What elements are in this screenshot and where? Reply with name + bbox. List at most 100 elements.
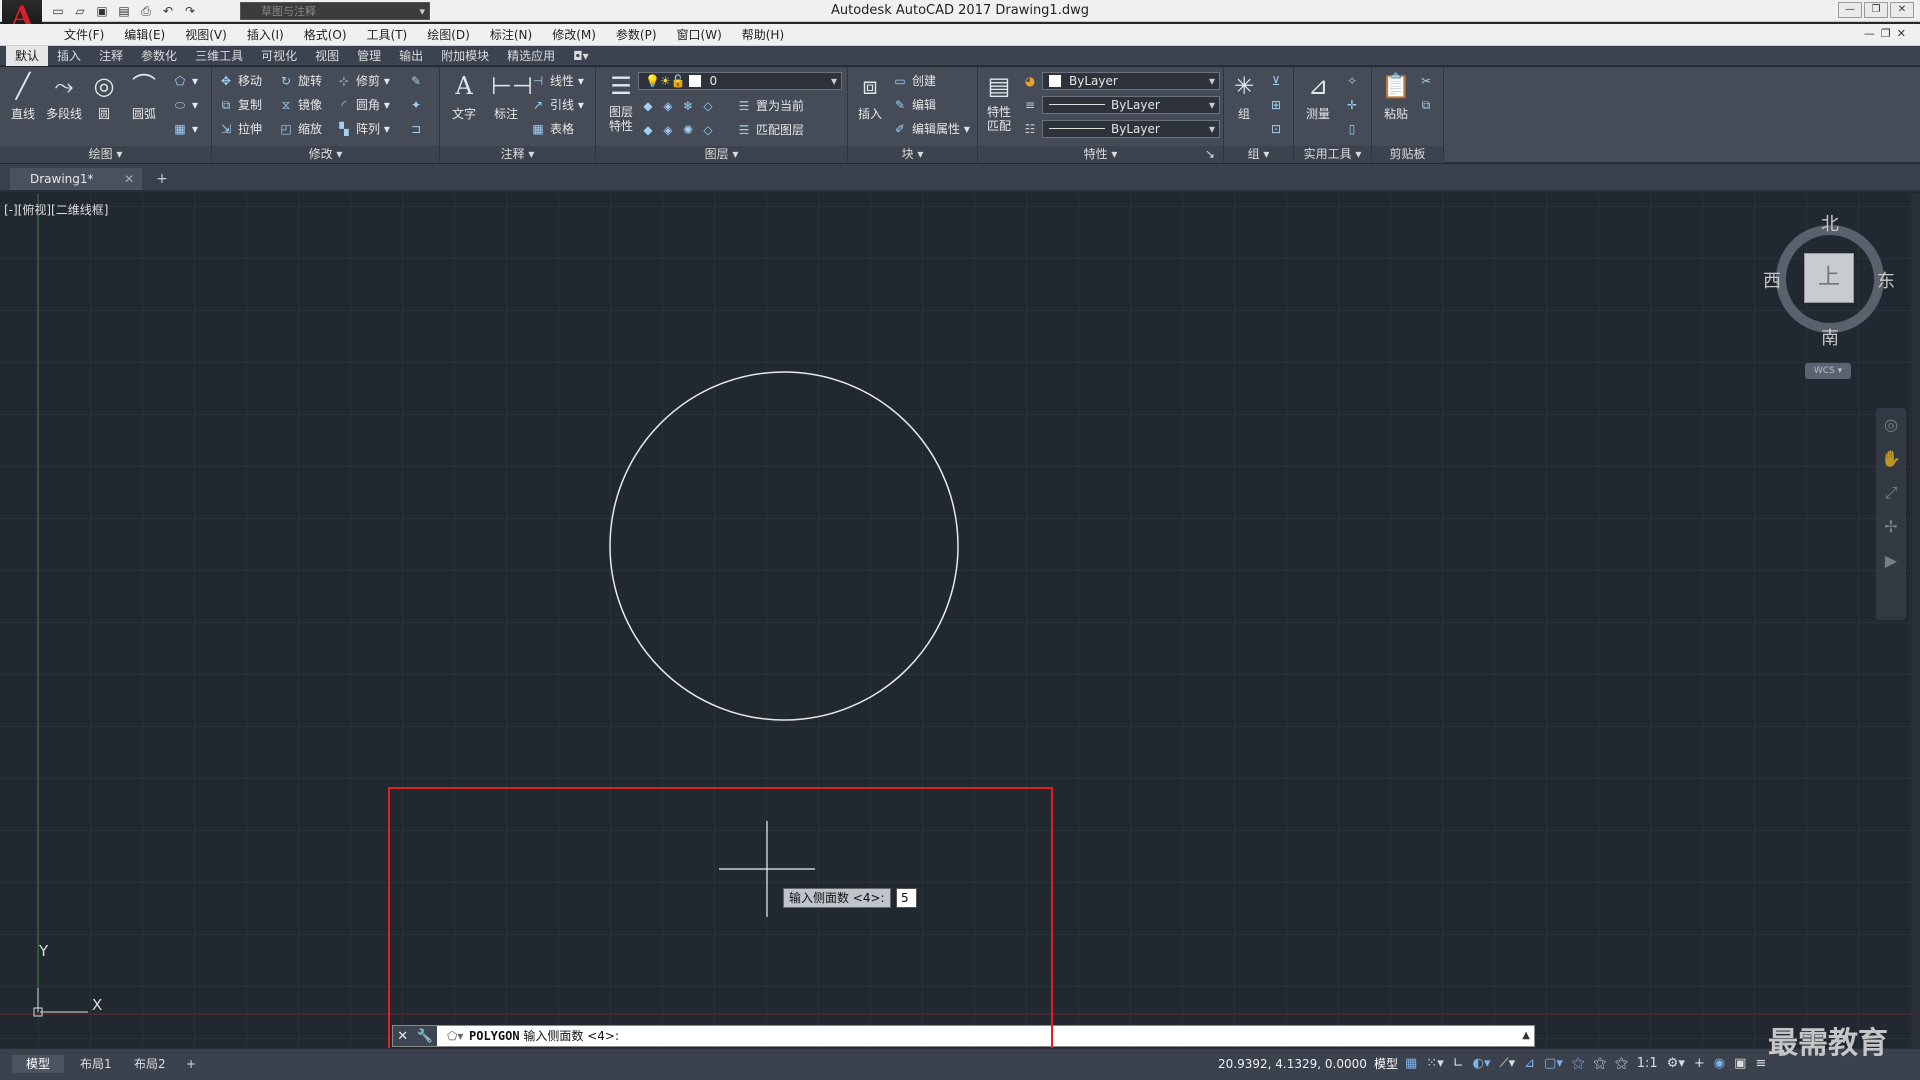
orbit-icon[interactable]: ✢	[1876, 510, 1906, 544]
color-dropdown[interactable]: ByLayer	[1042, 72, 1220, 90]
tab-addins[interactable]: 附加模块	[432, 46, 498, 66]
copy-clip-button[interactable]: ⧉	[1418, 95, 1438, 115]
showmotion-icon[interactable]: ▶	[1876, 544, 1906, 578]
menu-edit[interactable]: 编辑(E)	[114, 27, 175, 43]
polygon-tool[interactable]: ⬠ ▾	[172, 71, 198, 91]
annotation-visibility-icon[interactable]: ⚝	[1572, 1055, 1585, 1073]
create-block-button[interactable]: ▭ 创建	[892, 71, 936, 91]
tab-3d-tools[interactable]: 三维工具	[186, 46, 252, 66]
tab-visualize[interactable]: 可视化	[252, 46, 306, 66]
close-icon[interactable]: ✕	[1890, 2, 1914, 18]
tab-model[interactable]: 模型	[12, 1055, 65, 1073]
cut-button[interactable]: ✂	[1418, 71, 1438, 91]
ellipse-tool[interactable]: ⬭ ▾	[172, 95, 198, 115]
add-layout-icon[interactable]: +	[172, 1055, 210, 1073]
hatch-tool[interactable]: ▦ ▾	[172, 119, 198, 139]
menu-tools[interactable]: 工具(T)	[357, 27, 418, 43]
document-window-controls[interactable]: —❐✕	[1864, 27, 1912, 40]
linear-button[interactable]: ⊣ 线性 ▾	[530, 71, 584, 91]
compass-north[interactable]: 北	[1821, 210, 1839, 236]
layer-tools-row2[interactable]: ◆ ◈ ✺ ◇	[640, 120, 720, 140]
minimize-icon[interactable]: —	[1838, 2, 1862, 18]
menu-format[interactable]: 格式(O)	[294, 27, 357, 43]
menu-window[interactable]: 窗口(W)	[667, 27, 732, 43]
tab-parametric[interactable]: 参数化	[132, 46, 186, 66]
viewcube[interactable]: 上 北 南 东 西	[1763, 214, 1895, 349]
leader-button[interactable]: ↗ 引线 ▾	[530, 95, 584, 115]
calculator-button[interactable]: ▯	[1344, 119, 1364, 139]
annotation-scale-value[interactable]: 1:1	[1637, 1055, 1658, 1073]
menu-dimension[interactable]: 标注(N)	[480, 27, 542, 43]
workspace-gear-icon[interactable]: ⚙▾	[1667, 1055, 1685, 1073]
quick-select-button[interactable]: ✧	[1344, 71, 1364, 91]
clipboard-panel-title[interactable]: 剪贴板	[1372, 146, 1443, 163]
group-select-button[interactable]: ⊡	[1268, 119, 1288, 139]
annotation-monitor-icon[interactable]: +	[1694, 1055, 1705, 1073]
tab-drawing1[interactable]: Drawing1* ✕	[10, 168, 142, 190]
trim-button[interactable]: ⊹ 修剪 ▾	[336, 71, 390, 91]
insert-block-button[interactable]: ⧈ 插入	[850, 71, 890, 122]
group-button[interactable]: ✳ 组	[1226, 71, 1262, 122]
isodraft-icon[interactable]: ⟋▾	[1500, 1055, 1516, 1073]
tab-manage[interactable]: 管理	[348, 46, 390, 66]
tab-layout1[interactable]: 布局1	[66, 1055, 126, 1073]
snap-icon[interactable]: ⁙▾	[1426, 1055, 1443, 1073]
panel-launcher-icon[interactable]: ↘	[1205, 146, 1215, 163]
layer-properties-button[interactable]: ☰ 图层特性	[600, 71, 642, 133]
match-layer-button[interactable]: ☰ 匹配图层	[736, 120, 804, 140]
object-snap-icon[interactable]: ▢▾	[1544, 1055, 1563, 1073]
erase-button[interactable]: ✎	[408, 71, 428, 91]
point-id-button[interactable]: ✛	[1344, 95, 1364, 115]
tab-annotate[interactable]: 注释	[90, 46, 132, 66]
steering-wheel-icon[interactable]: ◎	[1876, 408, 1906, 442]
array-button[interactable]: ▚ 阵列 ▾	[336, 119, 389, 139]
set-current-button[interactable]: ☰ 置为当前	[736, 96, 804, 116]
menu-file[interactable]: 文件(F)	[54, 27, 114, 43]
ortho-icon[interactable]: ∟	[1453, 1055, 1464, 1073]
draw-panel-title[interactable]: 绘图 ▾	[0, 146, 211, 163]
layers-panel-title[interactable]: 图层 ▾	[596, 146, 847, 163]
polyline-button[interactable]: ⤳ 多段线	[42, 71, 86, 122]
annotation-panel-title[interactable]: 注释 ▾	[440, 146, 595, 163]
tab-home[interactable]: 默认	[6, 46, 49, 66]
tab-view[interactable]: 视图	[306, 46, 348, 66]
dimension-button[interactable]: ⊢⊣ 标注	[486, 71, 533, 122]
ungroup-button[interactable]: ⊻	[1268, 71, 1288, 91]
paste-button[interactable]: 📋 粘贴	[1376, 71, 1416, 122]
annotation-scale-icon[interactable]: ⚝	[1615, 1055, 1628, 1073]
compass-south[interactable]: 南	[1821, 324, 1839, 350]
viewcube-top-face[interactable]: 上	[1804, 253, 1854, 303]
pan-icon[interactable]: ✋	[1876, 442, 1906, 476]
drawn-circle[interactable]	[609, 371, 959, 721]
camera-icon[interactable]: ◘▾	[564, 46, 598, 66]
menu-draw[interactable]: 绘图(D)	[417, 27, 480, 43]
tab-featured-apps[interactable]: 精选应用	[498, 46, 564, 66]
explode-button[interactable]: ✦	[408, 95, 428, 115]
match-properties-button[interactable]: ▤ 特性匹配	[980, 71, 1018, 133]
text-button[interactable]: A 文字	[444, 71, 484, 122]
command-history-icon[interactable]: ▲	[1522, 1026, 1530, 1046]
rotate-button[interactable]: ↻ 旋转	[278, 71, 322, 91]
new-tab-button[interactable]: +	[152, 170, 172, 188]
clean-screen-icon[interactable]: ▣	[1734, 1055, 1746, 1073]
grid-icon[interactable]: ▦	[1405, 1055, 1417, 1073]
osnap-icon[interactable]: ⊿	[1524, 1055, 1535, 1073]
menu-insert[interactable]: 插入(I)	[237, 27, 294, 43]
mirror-button[interactable]: ⧖ 镜像	[278, 95, 322, 115]
zoom-icon[interactable]: ⤢	[1876, 476, 1906, 510]
group-edit-button[interactable]: ⊞	[1268, 95, 1288, 115]
groups-panel-title[interactable]: 组 ▾	[1224, 146, 1293, 163]
utilities-panel-title[interactable]: 实用工具 ▾	[1294, 146, 1371, 163]
model-space-button[interactable]: 模型	[1374, 1055, 1398, 1073]
fillet-button[interactable]: ◜ 圆角 ▾	[336, 95, 390, 115]
modify-panel-title[interactable]: 修改 ▾	[212, 146, 439, 163]
measure-button[interactable]: ⊿ 测量	[1298, 71, 1338, 122]
polar-icon[interactable]: ◐▾	[1473, 1055, 1491, 1073]
properties-panel-title[interactable]: 特性 ▾ ↘	[978, 146, 1223, 163]
table-button[interactable]: ▦ 表格	[530, 119, 574, 139]
linetype-dropdown[interactable]: ByLayer	[1042, 96, 1220, 114]
stretch-button[interactable]: ⇲ 拉伸	[218, 119, 262, 139]
wcs-menu[interactable]: WCS ▾	[1805, 363, 1851, 379]
menu-parametric[interactable]: 参数(P)	[606, 27, 667, 43]
arc-button[interactable]: ⌒ 圆弧	[124, 71, 164, 122]
